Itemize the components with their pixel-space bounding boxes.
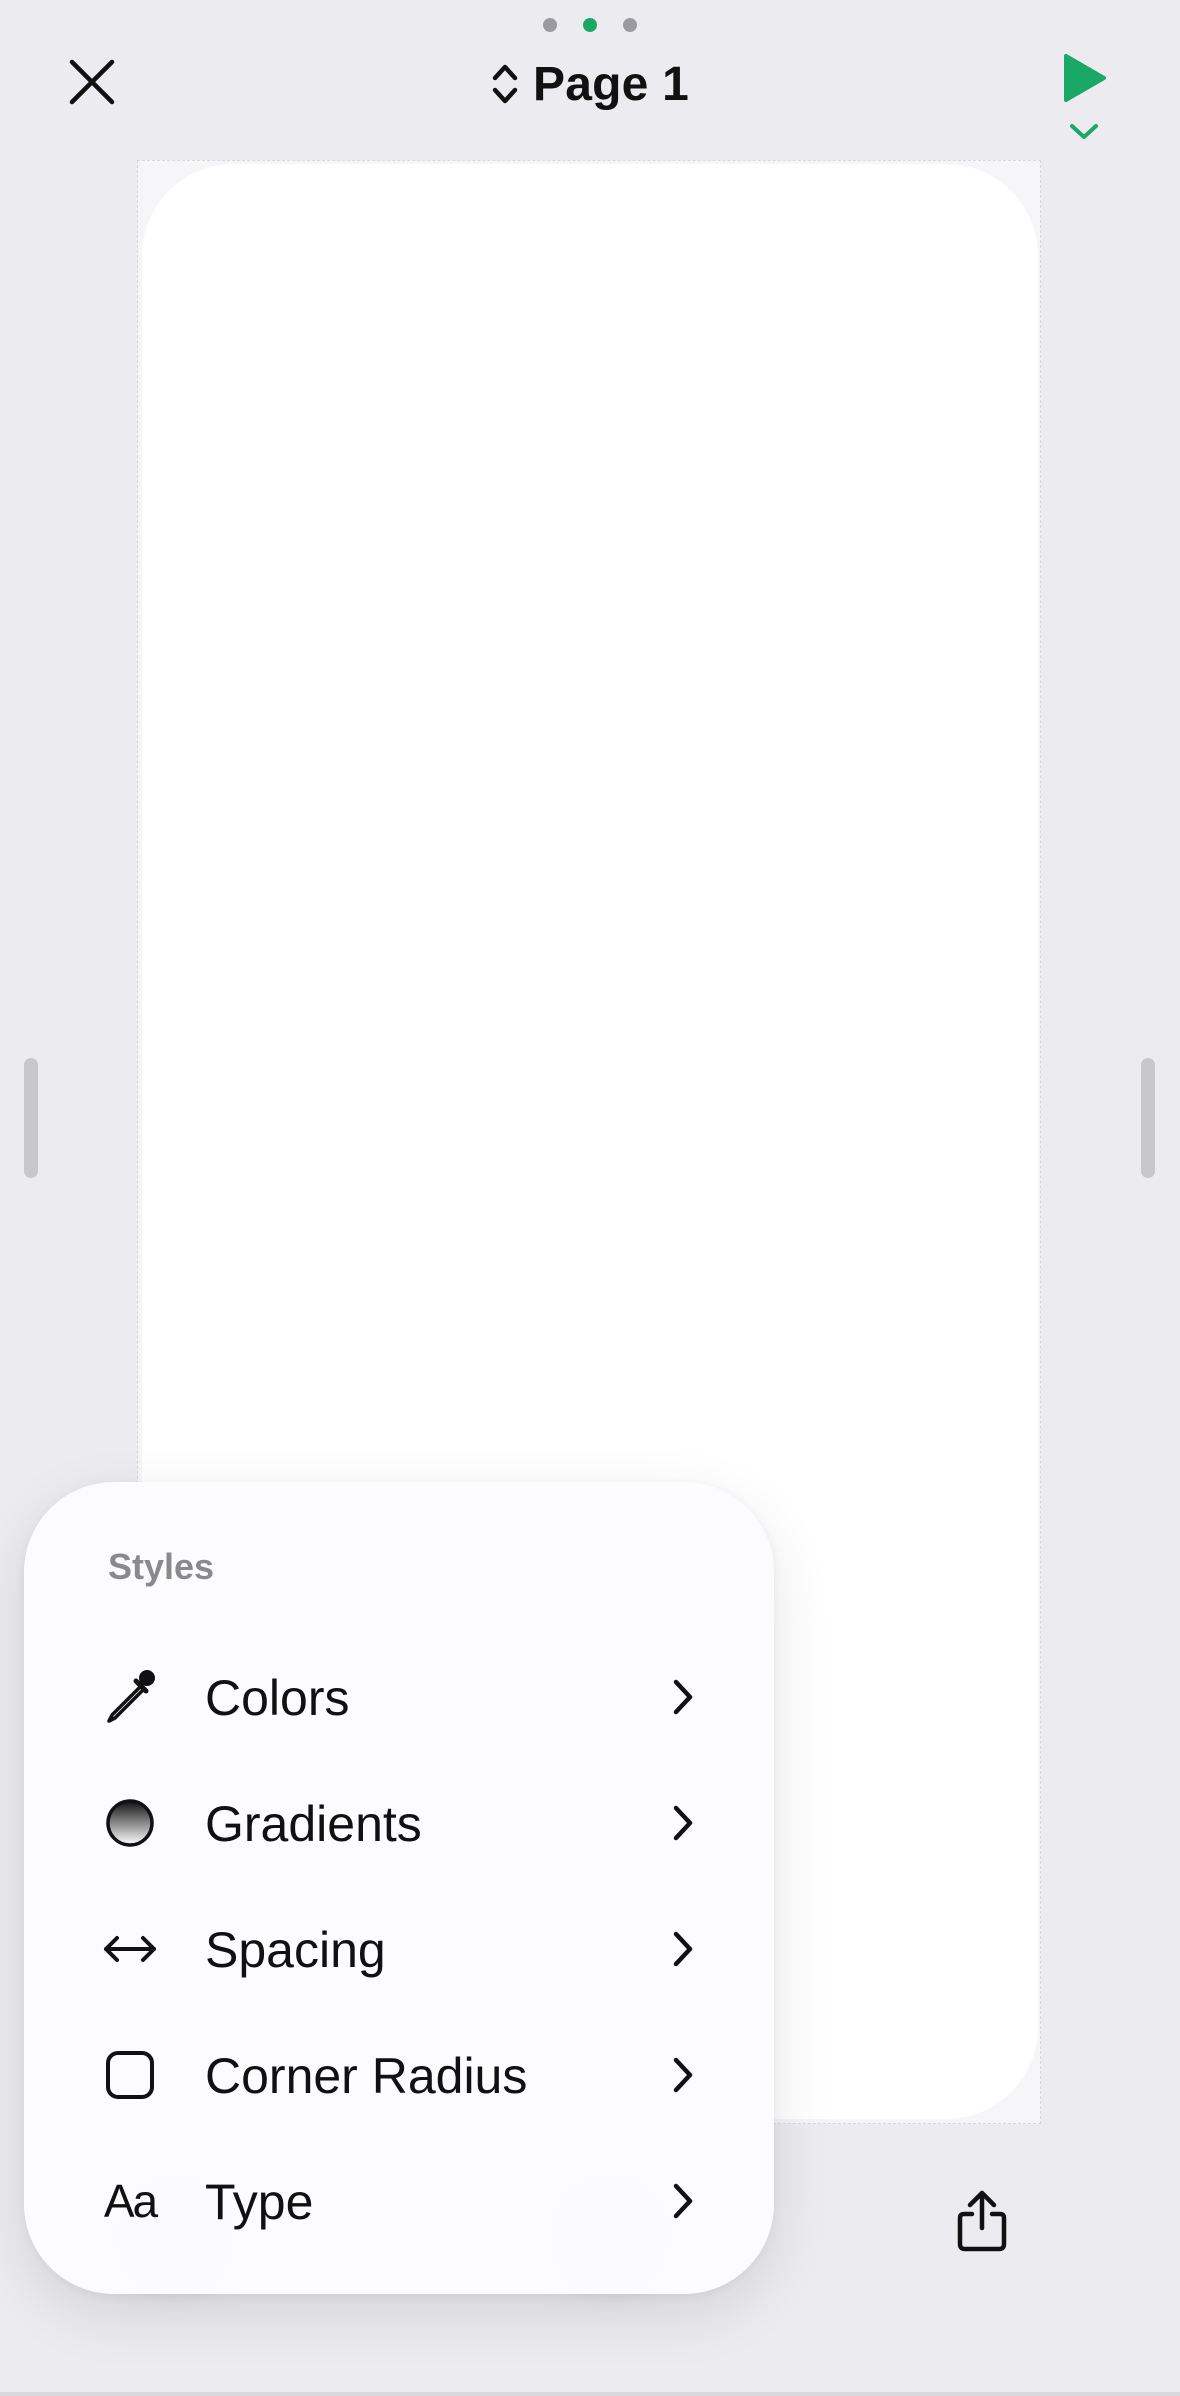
menu-item-spacing[interactable]: Spacing <box>24 1886 774 2012</box>
menu-item-corner-radius[interactable]: Corner Radius <box>24 2012 774 2138</box>
styles-menu-title: Styles <box>108 1546 215 1587</box>
play-icon <box>1064 54 1106 102</box>
play-options-button[interactable] <box>1068 122 1100 142</box>
chevron-down-icon <box>1070 124 1098 139</box>
menu-item-label: Type <box>205 2174 314 2230</box>
menu-item-label: Spacing <box>205 1922 386 1978</box>
arrow-left-right-icon <box>100 1919 160 1979</box>
chevron-right-icon <box>673 1805 693 1841</box>
chevron-right-icon <box>673 1931 693 1967</box>
page-dot[interactable] <box>623 18 637 32</box>
menu-item-colors[interactable]: Colors <box>24 1634 774 1760</box>
share-button[interactable] <box>952 2188 1012 2254</box>
menu-item-label: Colors <box>205 1670 350 1726</box>
play-button[interactable] <box>1058 52 1110 104</box>
type-icon: Aa <box>100 2171 160 2231</box>
chevron-right-icon <box>673 2183 693 2219</box>
page-dot[interactable] <box>543 18 557 32</box>
rounded-square-icon <box>100 2045 160 2105</box>
menu-item-gradients[interactable]: Gradients <box>24 1760 774 1886</box>
type-glyph: Aa <box>103 2175 158 2227</box>
page-title: Page 1 <box>533 57 689 111</box>
menu-item-type[interactable]: Aa Type <box>24 2138 774 2264</box>
left-panel-handle[interactable] <box>24 1058 38 1178</box>
page-title-bar: Page 1 <box>0 52 1180 116</box>
page-indicator <box>0 18 1180 32</box>
page-switcher-button[interactable]: Page 1 <box>491 57 689 112</box>
share-icon <box>957 2190 1007 2252</box>
page-dot-active[interactable] <box>583 18 597 32</box>
chevron-right-icon <box>673 1679 693 1715</box>
menu-item-label: Corner Radius <box>205 2048 528 2104</box>
menu-item-label: Gradients <box>205 1796 422 1852</box>
right-panel-handle[interactable] <box>1141 1058 1155 1178</box>
chevron-right-icon <box>673 2057 693 2093</box>
chevron-up-down-icon <box>492 64 518 104</box>
home-indicator-edge <box>0 2392 1180 2396</box>
eyedropper-icon <box>100 1667 160 1727</box>
gradient-circle-icon <box>100 1793 160 1853</box>
